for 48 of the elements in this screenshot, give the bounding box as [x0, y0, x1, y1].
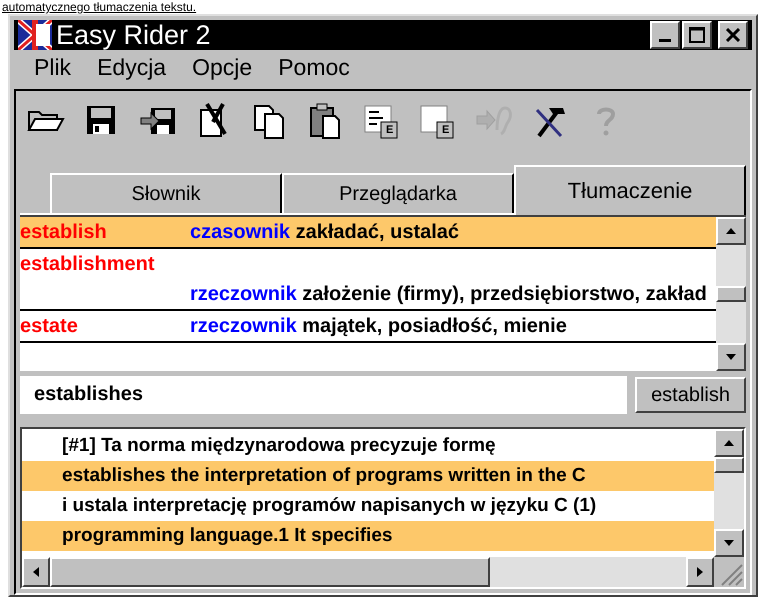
down-arrow-icon — [726, 354, 736, 360]
tab[interactable]: Tłumaczenie — [514, 164, 746, 214]
scroll-down-button[interactable] — [714, 528, 744, 556]
menu-item[interactable]: Edycja — [97, 50, 166, 84]
scrollbar[interactable] — [716, 216, 746, 370]
close-button[interactable] — [718, 21, 748, 49]
definition: rzeczownik założenie (firmy), przedsiębiorstwo, zakład — [190, 282, 708, 306]
scroll-up-button[interactable] — [716, 216, 746, 244]
dictionary-row[interactable]: estate rzeczownik majątek, posiadłość, mienie — [20, 310, 716, 342]
tab[interactable]: Słownik — [50, 172, 282, 212]
document-list-button[interactable]: E — [360, 98, 404, 142]
down-arrow-icon — [724, 540, 734, 546]
close-icon — [726, 28, 740, 42]
dictionary-row[interactable]: establish czasownik zakładać, ustalać — [20, 216, 716, 248]
minimize-button[interactable] — [650, 21, 680, 49]
badge-letter: E — [386, 124, 394, 136]
resize-grip-icon[interactable] — [714, 556, 744, 586]
up-arrow-icon — [724, 440, 734, 446]
scroll-right-button[interactable] — [686, 556, 714, 586]
menu-item[interactable]: Opcje — [192, 50, 252, 84]
definition: czasownik zakładać, ustalać — [190, 220, 460, 244]
badge-letter: E — [442, 124, 450, 136]
minimize-icon — [659, 39, 671, 42]
right-arrow-icon — [697, 566, 703, 576]
window-title: Easy Rider 2 — [56, 22, 212, 48]
scroll-up-button[interactable] — [714, 428, 744, 456]
page-link[interactable]: automatycznego tłumaczenia tekstu. — [2, 0, 196, 14]
menu-item[interactable]: Plik — [34, 50, 72, 84]
up-arrow-icon — [726, 228, 736, 234]
search-field[interactable]: establishes — [20, 376, 628, 414]
scroll-left-button[interactable] — [22, 556, 50, 586]
scroll-thumb[interactable] — [714, 456, 744, 472]
maximize-icon — [689, 27, 705, 43]
scroll-thumb[interactable] — [50, 556, 490, 586]
scroll-down-button[interactable] — [716, 342, 746, 370]
maximize-button[interactable] — [682, 21, 712, 49]
menu-item[interactable]: Pomoc — [278, 50, 350, 84]
left-arrow-icon — [33, 566, 39, 576]
definition: rzeczownik majątek, posiadłość, mienie — [190, 314, 568, 338]
headword: establish — [20, 220, 108, 244]
scrollbar[interactable] — [714, 428, 744, 556]
establish-button[interactable]: establish — [635, 376, 746, 412]
headword: estate — [20, 314, 79, 338]
document-button[interactable]: E — [416, 98, 460, 142]
tab[interactable]: Przeglądarka — [282, 172, 514, 212]
scroll-thumb[interactable] — [716, 286, 746, 302]
app-flag-icon — [18, 20, 52, 50]
headword: establishment — [20, 252, 156, 276]
